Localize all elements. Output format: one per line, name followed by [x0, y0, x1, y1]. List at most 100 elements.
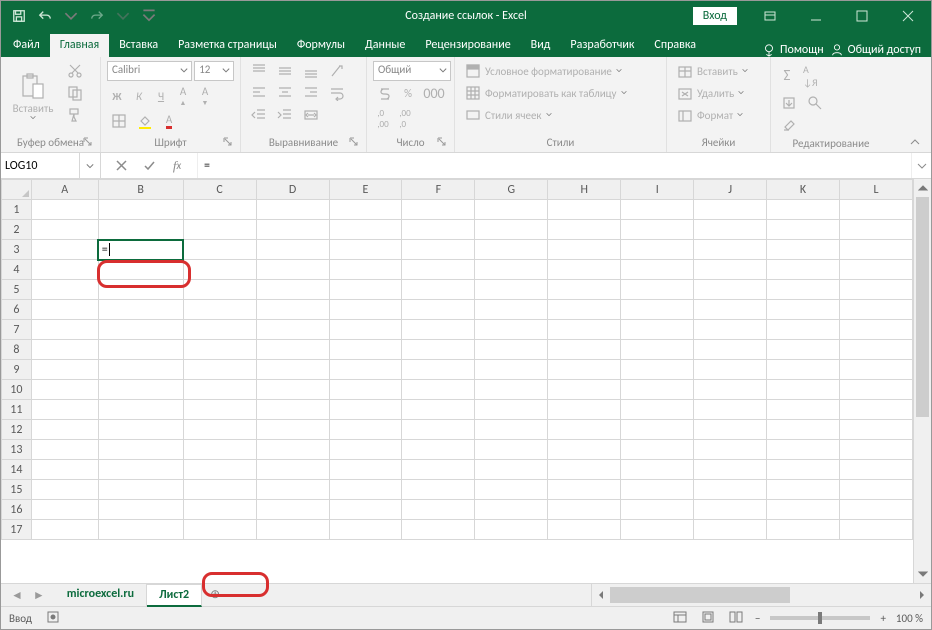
paste-button[interactable]: Вставить — [7, 61, 59, 134]
zoom-in-icon[interactable]: + — [880, 612, 885, 625]
cell[interactable] — [256, 340, 329, 360]
name-box-dropdown-icon[interactable] — [79, 153, 99, 178]
cell[interactable] — [475, 360, 548, 380]
cell[interactable] — [548, 320, 621, 340]
cut-icon[interactable] — [63, 61, 87, 81]
cell[interactable] — [839, 220, 912, 240]
cell[interactable] — [839, 340, 912, 360]
autosum-icon[interactable]: Σ — [777, 65, 797, 87]
cell[interactable] — [839, 400, 912, 420]
cell[interactable] — [402, 280, 475, 300]
cell[interactable] — [329, 360, 402, 380]
tab-view[interactable]: Вид — [521, 34, 561, 57]
cell[interactable] — [183, 480, 256, 500]
cell[interactable] — [621, 260, 694, 280]
cell[interactable] — [621, 240, 694, 260]
row-header[interactable]: 17 — [2, 520, 32, 540]
cell[interactable] — [98, 520, 183, 540]
column-header[interactable]: A — [31, 180, 98, 200]
select-all-corner[interactable] — [2, 180, 32, 200]
zoom-level[interactable]: 100 % — [896, 612, 923, 625]
cell[interactable] — [767, 380, 840, 400]
sheet-tab-1[interactable]: microexcel.ru — [55, 584, 147, 606]
ribbon-display-icon[interactable] — [747, 1, 793, 31]
tab-page-layout[interactable]: Разметка страницы — [168, 34, 287, 57]
tab-file[interactable]: Файл — [3, 34, 50, 57]
cell[interactable] — [548, 200, 621, 220]
cell[interactable] — [256, 360, 329, 380]
cell[interactable] — [548, 220, 621, 240]
cell-styles-button[interactable]: Стили ячеек — [461, 105, 660, 125]
cell[interactable] — [621, 320, 694, 340]
cell[interactable] — [31, 320, 98, 340]
cell[interactable] — [183, 320, 256, 340]
cell[interactable] — [256, 380, 329, 400]
cell[interactable] — [402, 480, 475, 500]
cell[interactable] — [329, 400, 402, 420]
cell[interactable] — [694, 320, 767, 340]
insert-function-icon[interactable]: fx — [167, 156, 187, 176]
cell[interactable] — [402, 460, 475, 480]
copy-icon[interactable] — [63, 83, 87, 103]
column-header[interactable]: H — [548, 180, 621, 200]
cell[interactable] — [694, 360, 767, 380]
cell[interactable] — [621, 500, 694, 520]
cell[interactable] — [402, 420, 475, 440]
cell[interactable] — [839, 280, 912, 300]
cell[interactable] — [98, 400, 183, 420]
cell[interactable] — [31, 260, 98, 280]
horizontal-scrollbar[interactable] — [591, 584, 931, 606]
borders-icon[interactable] — [107, 111, 131, 131]
scroll-track[interactable] — [914, 197, 931, 565]
tab-formulas[interactable]: Формулы — [287, 34, 355, 57]
format-as-table-button[interactable]: Форматировать как таблицу — [461, 83, 660, 103]
cell[interactable] — [621, 300, 694, 320]
accounting-format-icon[interactable] — [373, 84, 396, 104]
enter-formula-icon[interactable] — [139, 156, 159, 176]
cell[interactable] — [839, 420, 912, 440]
cell[interactable] — [475, 420, 548, 440]
cell[interactable] — [98, 380, 183, 400]
new-sheet-icon[interactable]: ⊕ — [202, 584, 228, 606]
cell[interactable] — [475, 220, 548, 240]
undo-icon[interactable] — [33, 4, 57, 28]
cell[interactable] — [256, 280, 329, 300]
cell[interactable] — [98, 200, 183, 220]
column-header[interactable]: F — [402, 180, 475, 200]
maximize-icon[interactable] — [839, 1, 885, 31]
cell[interactable] — [256, 300, 329, 320]
row-header[interactable]: 8 — [2, 340, 32, 360]
cell[interactable] — [621, 420, 694, 440]
cell[interactable] — [548, 440, 621, 460]
cell[interactable] — [402, 440, 475, 460]
cell[interactable] — [402, 400, 475, 420]
dialog-launcher-icon[interactable] — [348, 137, 360, 149]
cell[interactable] — [767, 400, 840, 420]
percent-icon[interactable]: % — [398, 85, 418, 102]
cell[interactable] — [256, 420, 329, 440]
scroll-right-icon[interactable] — [913, 584, 931, 606]
cell[interactable] — [31, 380, 98, 400]
sheet-tab-2[interactable]: Лист2 — [147, 584, 202, 607]
cell[interactable] — [256, 520, 329, 540]
cell[interactable] — [548, 380, 621, 400]
cell[interactable] — [183, 220, 256, 240]
scroll-up-icon[interactable] — [914, 179, 931, 197]
cell[interactable] — [767, 260, 840, 280]
cell[interactable] — [548, 240, 621, 260]
dialog-launcher-icon[interactable] — [436, 137, 448, 149]
cell[interactable] — [475, 260, 548, 280]
cell[interactable] — [839, 200, 912, 220]
cell[interactable] — [31, 460, 98, 480]
orientation-icon[interactable] — [325, 61, 349, 81]
qat-customize-icon[interactable] — [137, 4, 161, 28]
column-header[interactable]: K — [767, 180, 840, 200]
merge-icon[interactable] — [299, 105, 323, 125]
cell[interactable] — [621, 360, 694, 380]
clear-icon[interactable] — [777, 115, 801, 135]
cell[interactable] — [548, 300, 621, 320]
cell[interactable] — [839, 320, 912, 340]
cell[interactable] — [548, 420, 621, 440]
align-top-icon[interactable] — [247, 61, 271, 81]
column-header[interactable]: E — [329, 180, 402, 200]
